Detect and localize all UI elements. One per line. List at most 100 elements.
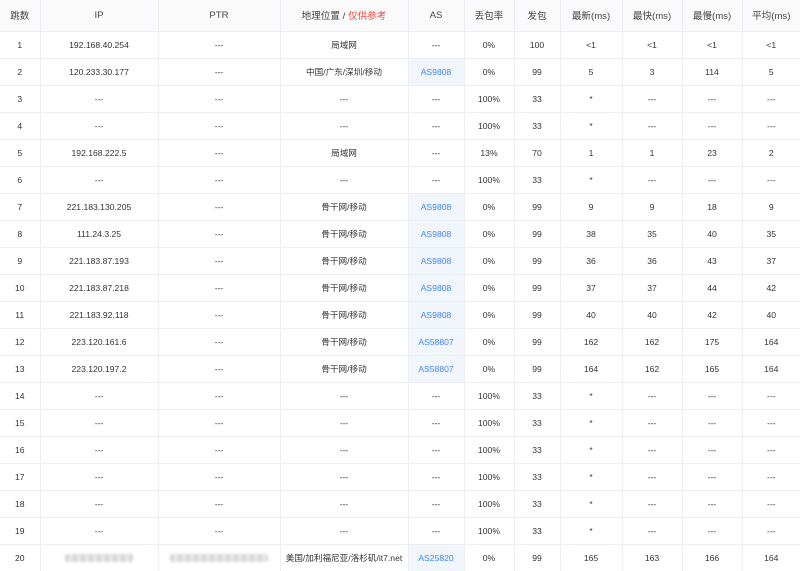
redacted-ip xyxy=(65,554,133,563)
cell-ip: 120.233.30.177 xyxy=(40,58,159,86)
cell-ip: --- xyxy=(40,409,159,437)
cell-worst: 166 xyxy=(682,544,743,571)
cell-best: 40 xyxy=(622,301,683,329)
cell-hop: 16 xyxy=(0,436,41,464)
cell-avg: --- xyxy=(742,490,800,518)
cell-last: <1 xyxy=(560,31,623,59)
cell-hop: 5 xyxy=(0,139,41,167)
header-geo: 地理位置 / 仅供参考 xyxy=(280,0,409,32)
cell-last: * xyxy=(560,85,623,113)
as-link[interactable]: AS9808 xyxy=(421,67,452,77)
cell-best: 36 xyxy=(622,247,683,275)
cell-best: 35 xyxy=(622,220,683,248)
table-row: 10 221.183.87.218 --- 骨干网/移动 AS9808 0% 99 37 37 4… xyxy=(0,274,800,302)
cell-best: 3 xyxy=(622,58,683,86)
cell-ip: --- xyxy=(40,112,159,140)
cell-as: --- xyxy=(408,382,465,410)
cell-geo: 局域网 xyxy=(280,31,409,59)
table-row: 8 111.24.3.25 --- 骨干网/移动 AS9808 0% 99 38 35 40 35 xyxy=(0,220,800,248)
as-link[interactable]: AS9808 xyxy=(421,256,452,266)
cell-geo: --- xyxy=(280,517,409,545)
cell-avg: 164 xyxy=(742,355,800,383)
cell-loss: 100% xyxy=(464,112,515,140)
cell-as: --- xyxy=(408,31,465,59)
as-link[interactable]: AS9808 xyxy=(421,229,452,239)
cell-hop: 4 xyxy=(0,112,41,140)
cell-last: * xyxy=(560,382,623,410)
cell-loss: 0% xyxy=(464,31,515,59)
cell-last: * xyxy=(560,463,623,491)
as-link[interactable]: AS9808 xyxy=(421,202,452,212)
cell-worst: --- xyxy=(682,409,743,437)
as-link[interactable]: AS58807 xyxy=(418,364,453,374)
cell-worst: 165 xyxy=(682,355,743,383)
table-row: 11 221.183.92.118 --- 骨干网/移动 AS9808 0% 99 40 40 4… xyxy=(0,301,800,329)
cell-geo: 骨干网/移动 xyxy=(280,193,409,221)
cell-hop: 15 xyxy=(0,409,41,437)
table-row: 14 --- --- --- --- 100% 33 * --- --- --- xyxy=(0,382,800,410)
cell-as: --- xyxy=(408,436,465,464)
cell-loss: 100% xyxy=(464,166,515,194)
as-link[interactable]: AS9808 xyxy=(421,310,452,320)
header-ptr: PTR xyxy=(158,0,281,32)
cell-last: 9 xyxy=(560,193,623,221)
cell-best: --- xyxy=(622,112,683,140)
cell-best: 9 xyxy=(622,193,683,221)
cell-best: <1 xyxy=(622,31,683,59)
cell-as: AS58807 xyxy=(408,355,465,383)
cell-avg: <1 xyxy=(742,31,800,59)
cell-worst: --- xyxy=(682,490,743,518)
cell-geo: --- xyxy=(280,463,409,491)
cell-ptr: --- xyxy=(158,490,281,518)
cell-geo: --- xyxy=(280,382,409,410)
cell-sent: 99 xyxy=(514,301,561,329)
cell-sent: 99 xyxy=(514,220,561,248)
cell-last: 164 xyxy=(560,355,623,383)
cell-avg: 42 xyxy=(742,274,800,302)
as-link[interactable]: AS25820 xyxy=(418,553,453,563)
cell-as: --- xyxy=(408,490,465,518)
cell-loss: 0% xyxy=(464,274,515,302)
cell-ip: --- xyxy=(40,517,159,545)
cell-geo: --- xyxy=(280,490,409,518)
cell-loss: 0% xyxy=(464,355,515,383)
cell-hop: 11 xyxy=(0,301,41,329)
cell-last: * xyxy=(560,517,623,545)
cell-best: 162 xyxy=(622,355,683,383)
cell-loss: 100% xyxy=(464,382,515,410)
cell-sent: 70 xyxy=(514,139,561,167)
cell-sent: 99 xyxy=(514,328,561,356)
traceroute-table: 跳数 IP PTR 地理位置 / 仅供参考 AS 丢包率 发包 最新(ms) 最… xyxy=(0,0,800,571)
header-loss: 丢包率 xyxy=(464,0,515,32)
cell-geo: 骨干网/移动 xyxy=(280,247,409,275)
table-row: 7 221.183.130.205 --- 骨干网/移动 AS9808 0% 99 9 9 18 9 xyxy=(0,193,800,221)
cell-sent: 100 xyxy=(514,31,561,59)
cell-loss: 0% xyxy=(464,193,515,221)
cell-sent: 99 xyxy=(514,247,561,275)
cell-as: --- xyxy=(408,463,465,491)
table-row: 5 192.168.222.5 --- 局域网 --- 13% 70 1 1 23 2 xyxy=(0,139,800,167)
cell-sent: 33 xyxy=(514,409,561,437)
cell-last: 1 xyxy=(560,139,623,167)
cell-ip: 221.183.87.218 xyxy=(40,274,159,302)
as-link[interactable]: AS9808 xyxy=(421,283,452,293)
as-link[interactable]: AS58807 xyxy=(418,337,453,347)
cell-best: --- xyxy=(622,463,683,491)
cell-avg: 35 xyxy=(742,220,800,248)
cell-worst: 42 xyxy=(682,301,743,329)
cell-as: --- xyxy=(408,112,465,140)
cell-best: --- xyxy=(622,85,683,113)
cell-ptr: --- xyxy=(158,247,281,275)
cell-best: 163 xyxy=(622,544,683,571)
cell-as: --- xyxy=(408,139,465,167)
cell-hop: 2 xyxy=(0,58,41,86)
cell-loss: 13% xyxy=(464,139,515,167)
cell-best: --- xyxy=(622,490,683,518)
cell-geo: 局域网 xyxy=(280,139,409,167)
cell-geo: 骨干网/移动 xyxy=(280,355,409,383)
cell-geo: 骨干网/移动 xyxy=(280,328,409,356)
cell-hop: 1 xyxy=(0,31,41,59)
cell-sent: 33 xyxy=(514,85,561,113)
cell-loss: 100% xyxy=(464,463,515,491)
table-row: 13 223.120.197.2 --- 骨干网/移动 AS58807 0% 99 164 16… xyxy=(0,355,800,383)
